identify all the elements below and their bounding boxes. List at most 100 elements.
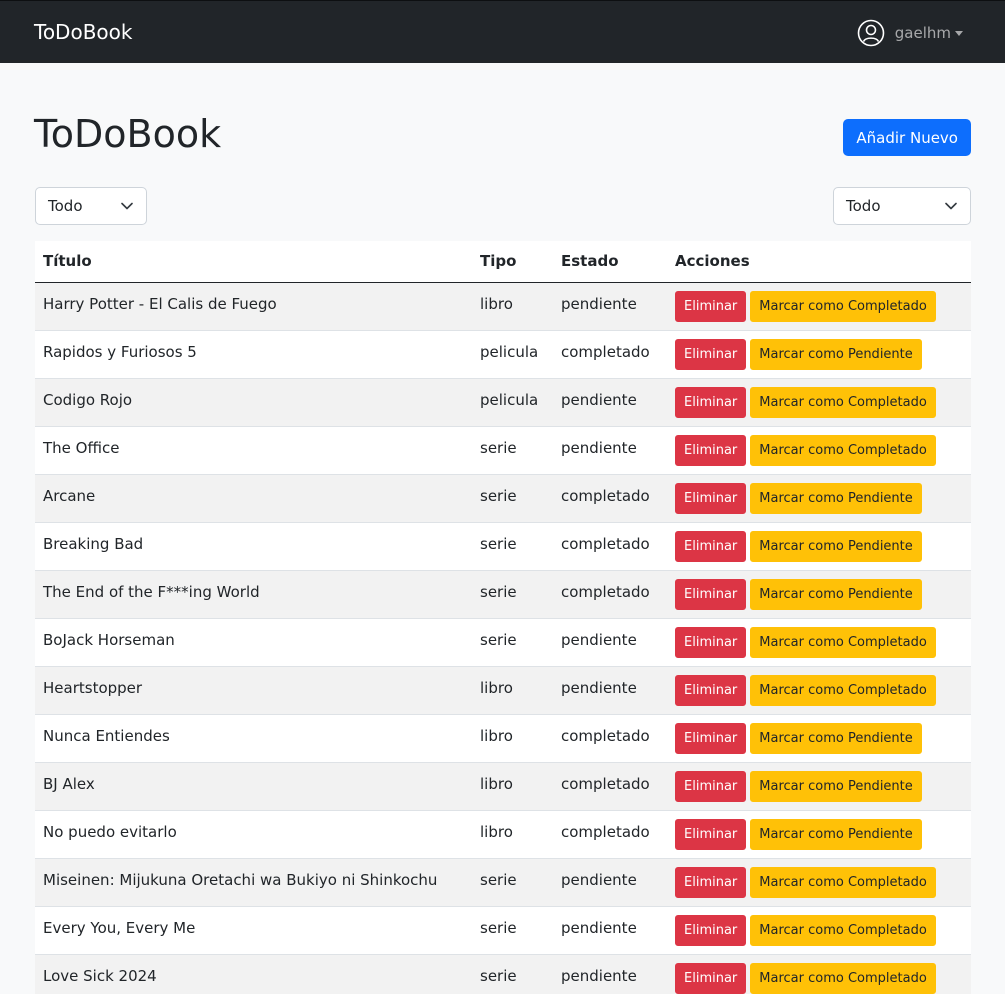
- cell-acciones: Eliminar Marcar como Pendiente: [667, 762, 971, 811]
- toggle-status-button[interactable]: Marcar como Pendiente: [750, 818, 922, 850]
- table-row: Codigo Rojo pelicula pendiente Eliminar Marc…: [35, 378, 971, 427]
- column-header-tipo: Tipo: [472, 241, 553, 283]
- caret-down-icon: [955, 30, 963, 36]
- cell-titulo: BJ Alex: [35, 762, 472, 811]
- delete-button[interactable]: Eliminar: [675, 578, 747, 610]
- delete-button[interactable]: Eliminar: [675, 290, 747, 322]
- cell-estado: pendiente: [553, 858, 667, 907]
- table-row: No puedo evitarlo libro completado Eliminar…: [35, 810, 971, 859]
- user-menu-dropdown[interactable]: gaelhm: [857, 19, 963, 47]
- cell-tipo: serie: [472, 570, 553, 619]
- cell-acciones: Eliminar Marcar como Pendiente: [667, 474, 971, 523]
- cell-acciones: Eliminar Marcar como Completado: [667, 954, 971, 994]
- cell-tipo: serie: [472, 618, 553, 667]
- cell-acciones: Eliminar Marcar como Completado: [667, 618, 971, 667]
- delete-button[interactable]: Eliminar: [675, 386, 747, 418]
- toggle-status-button[interactable]: Marcar como Pendiente: [750, 722, 922, 754]
- cell-estado: pendiente: [553, 282, 667, 331]
- delete-button[interactable]: Eliminar: [675, 674, 747, 706]
- cell-tipo: pelicula: [472, 378, 553, 427]
- table-header-row: Título Tipo Estado Acciones: [35, 241, 971, 283]
- cell-acciones: Eliminar Marcar como Completado: [667, 426, 971, 475]
- cell-acciones: Eliminar Marcar como Completado: [667, 378, 971, 427]
- toggle-status-button[interactable]: Marcar como Completado: [750, 914, 936, 946]
- filter-select-left[interactable]: Todo: [35, 187, 147, 225]
- cell-tipo: serie: [472, 858, 553, 907]
- cell-titulo: The End of the F***ing World: [35, 570, 472, 619]
- toggle-status-button[interactable]: Marcar como Completado: [750, 626, 936, 658]
- delete-button[interactable]: Eliminar: [675, 482, 747, 514]
- cell-estado: completado: [553, 522, 667, 571]
- table-row: The End of the F***ing World serie complet…: [35, 570, 971, 619]
- cell-titulo: BoJack Horseman: [35, 618, 472, 667]
- cell-acciones: Eliminar Marcar como Completado: [667, 858, 971, 907]
- chevron-down-icon: [121, 202, 133, 210]
- table-row: Every You, Every Me serie pendiente Elimina…: [35, 906, 971, 955]
- cell-titulo: Arcane: [35, 474, 472, 523]
- toggle-status-button[interactable]: Marcar como Pendiente: [750, 338, 922, 370]
- cell-estado: pendiente: [553, 954, 667, 994]
- cell-titulo: Every You, Every Me: [35, 906, 472, 955]
- delete-button[interactable]: Eliminar: [675, 962, 747, 994]
- cell-titulo: Love Sick 2024: [35, 954, 472, 994]
- table-row: Rapidos y Furiosos 5 pelicula completado El…: [35, 330, 971, 379]
- toggle-status-button[interactable]: Marcar como Completado: [750, 386, 936, 418]
- table-row: Miseinen: Mijukuna Oretachi wa Bukiyo ni…: [35, 858, 971, 907]
- cell-titulo: Miseinen: Mijukuna Oretachi wa Bukiyo ni…: [35, 858, 472, 907]
- toggle-status-button[interactable]: Marcar como Completado: [750, 866, 936, 898]
- cell-acciones: Eliminar Marcar como Pendiente: [667, 330, 971, 379]
- cell-acciones: Eliminar Marcar como Pendiente: [667, 714, 971, 763]
- delete-button[interactable]: Eliminar: [675, 866, 747, 898]
- table-row: Arcane serie completado Eliminar Marcar como…: [35, 474, 971, 523]
- cell-acciones: Eliminar Marcar como Completado: [667, 666, 971, 715]
- navbar-brand[interactable]: ToDoBook: [34, 1, 132, 64]
- cell-tipo: libro: [472, 762, 553, 811]
- cell-titulo: Breaking Bad: [35, 522, 472, 571]
- delete-button[interactable]: Eliminar: [675, 530, 747, 562]
- table-row: The Office serie pendiente Eliminar Marcar c…: [35, 426, 971, 475]
- toggle-status-button[interactable]: Marcar como Pendiente: [750, 770, 922, 802]
- toggle-status-button[interactable]: Marcar como Completado: [750, 674, 936, 706]
- cell-estado: completado: [553, 330, 667, 379]
- cell-tipo: libro: [472, 714, 553, 763]
- cell-estado: pendiente: [553, 666, 667, 715]
- add-new-button[interactable]: Añadir Nuevo: [843, 119, 971, 156]
- cell-estado: completado: [553, 714, 667, 763]
- cell-acciones: Eliminar Marcar como Pendiente: [667, 810, 971, 859]
- items-table: Título Tipo Estado Acciones Harry Potter…: [35, 241, 971, 994]
- toggle-status-button[interactable]: Marcar como Completado: [750, 962, 936, 994]
- cell-titulo: Rapidos y Furiosos 5: [35, 330, 472, 379]
- delete-button[interactable]: Eliminar: [675, 626, 747, 658]
- delete-button[interactable]: Eliminar: [675, 434, 747, 466]
- cell-estado: completado: [553, 762, 667, 811]
- toggle-status-button[interactable]: Marcar como Completado: [750, 290, 936, 322]
- toggle-status-button[interactable]: Marcar como Pendiente: [750, 530, 922, 562]
- delete-button[interactable]: Eliminar: [675, 770, 747, 802]
- cell-titulo: Codigo Rojo: [35, 378, 472, 427]
- table-row: Breaking Bad serie completado Eliminar Marca…: [35, 522, 971, 571]
- delete-button[interactable]: Eliminar: [675, 914, 747, 946]
- cell-tipo: serie: [472, 474, 553, 523]
- cell-acciones: Eliminar Marcar como Completado: [667, 906, 971, 955]
- cell-titulo: Nunca Entiendes: [35, 714, 472, 763]
- cell-tipo: libro: [472, 666, 553, 715]
- table-row: Love Sick 2024 serie pendiente Eliminar Marc…: [35, 954, 971, 994]
- cell-estado: completado: [553, 570, 667, 619]
- cell-estado: pendiente: [553, 378, 667, 427]
- cell-tipo: serie: [472, 522, 553, 571]
- filter-select-right-value: Todo: [846, 197, 881, 215]
- toggle-status-button[interactable]: Marcar como Pendiente: [750, 578, 922, 610]
- table-row: Nunca Entiendes libro completado Eliminar Ma…: [35, 714, 971, 763]
- toggle-status-button[interactable]: Marcar como Pendiente: [750, 482, 922, 514]
- filter-select-right[interactable]: Todo: [833, 187, 971, 225]
- cell-tipo: serie: [472, 954, 553, 994]
- column-header-estado: Estado: [553, 241, 667, 283]
- delete-button[interactable]: Eliminar: [675, 818, 747, 850]
- delete-button[interactable]: Eliminar: [675, 722, 747, 754]
- table-row: BoJack Horseman serie pendiente Eliminar Mar…: [35, 618, 971, 667]
- delete-button[interactable]: Eliminar: [675, 338, 747, 370]
- cell-titulo: Heartstopper: [35, 666, 472, 715]
- cell-estado: completado: [553, 474, 667, 523]
- toggle-status-button[interactable]: Marcar como Completado: [750, 434, 936, 466]
- cell-titulo: The Office: [35, 426, 472, 475]
